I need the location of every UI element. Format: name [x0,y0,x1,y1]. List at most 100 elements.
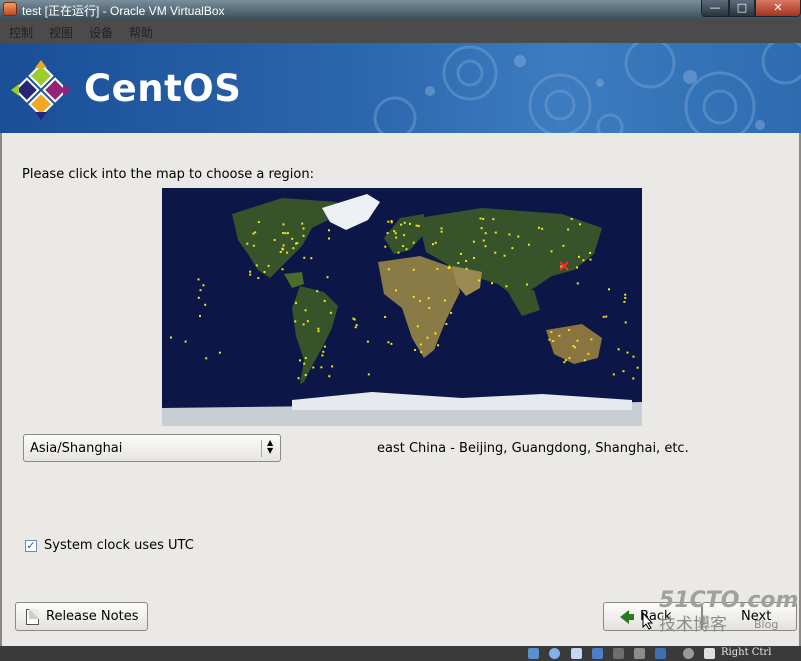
city-dot[interactable] [317,330,320,333]
city-dot[interactable] [323,345,326,348]
city-dot[interactable] [608,288,610,291]
city-dot[interactable] [576,266,578,269]
city-dot[interactable] [437,344,440,347]
city-dot[interactable] [426,336,429,339]
city-dot[interactable] [482,217,485,220]
city-dot[interactable] [448,265,451,268]
city-dot[interactable] [465,260,468,262]
city-dot[interactable] [403,221,406,224]
city-dot[interactable] [517,235,520,238]
city-dot[interactable] [306,320,309,323]
city-dot[interactable] [294,320,297,323]
city-dot[interactable] [579,223,581,226]
city-dot[interactable] [326,276,329,279]
city-dot[interactable] [568,329,571,332]
city-dot[interactable] [589,252,592,254]
utc-checkbox[interactable]: ✓ [25,540,37,552]
city-dot[interactable] [397,251,400,254]
city-dot[interactable] [281,247,284,250]
city-dot[interactable] [302,227,305,230]
city-dot[interactable] [263,271,266,273]
city-dot[interactable] [252,232,255,235]
city-dot[interactable] [394,232,397,235]
city-dot[interactable] [484,232,487,235]
world-map[interactable] [162,188,642,426]
city-dot[interactable] [552,340,555,342]
city-dot[interactable] [301,222,304,225]
city-dot[interactable] [484,245,487,248]
city-dot[interactable] [538,226,540,229]
city-dot[interactable] [395,289,397,292]
release-notes-button[interactable]: Release Notes [15,602,148,631]
city-dot[interactable] [395,236,398,239]
city-dot[interactable] [254,231,257,234]
city-dot[interactable] [292,247,295,250]
city-dot[interactable] [428,306,431,309]
city-dot[interactable] [457,262,460,264]
mouse-integration-icon[interactable] [683,648,694,659]
city-dot[interactable] [624,321,627,324]
city-dot[interactable] [281,268,284,271]
city-dot[interactable] [282,232,285,234]
city-dot[interactable] [249,273,252,276]
city-dot[interactable] [505,285,508,288]
city-dot[interactable] [282,244,285,247]
city-dot[interactable] [416,325,419,328]
city-dot[interactable] [202,284,205,287]
city-dot[interactable] [626,351,629,354]
city-dot[interactable] [218,351,221,354]
menu-help[interactable]: 帮助 [129,24,153,41]
city-dot[interactable] [548,338,551,341]
city-dot[interactable] [587,352,590,355]
city-dot[interactable] [184,340,187,343]
city-dot[interactable] [632,377,635,380]
city-dot[interactable] [297,377,300,380]
city-dot[interactable] [511,247,514,250]
city-dot[interactable] [197,296,200,299]
city-dot[interactable] [387,220,390,223]
city-dot[interactable] [302,323,305,326]
city-dot[interactable] [623,300,626,303]
city-dot[interactable] [331,365,334,368]
city-dot[interactable] [605,315,608,318]
city-dot[interactable] [494,231,497,234]
city-dot[interactable] [432,243,434,246]
virtualization-icon[interactable] [655,648,666,659]
shared-folders-icon[interactable] [613,648,624,659]
city-dot[interactable] [562,244,565,247]
city-dot[interactable] [304,357,307,359]
city-dot[interactable] [393,230,396,233]
city-dot[interactable] [400,223,403,226]
city-dot[interactable] [444,299,446,302]
maximize-button[interactable]: □ [729,0,755,17]
city-dot[interactable] [355,324,358,327]
city-dot[interactable] [403,234,406,237]
timezone-select[interactable]: Asia/Shanghai ▲ ▼ [23,434,281,462]
city-dot[interactable] [434,332,437,335]
city-dot[interactable] [624,293,627,296]
city-dot[interactable] [304,309,307,312]
city-dot[interactable] [479,217,482,220]
city-dot[interactable] [312,366,315,369]
menu-devices[interactable]: 设备 [89,24,113,41]
city-dot[interactable] [508,233,511,236]
city-dot[interactable] [589,258,592,261]
city-dot[interactable] [576,339,579,342]
city-dot[interactable] [482,239,485,242]
city-dot[interactable] [310,257,313,260]
city-dot[interactable] [576,282,579,285]
city-dot[interactable] [420,351,423,354]
city-dot[interactable] [419,343,422,346]
city-dot[interactable] [473,257,475,259]
city-dot[interactable] [436,267,439,270]
city-dot[interactable] [354,326,357,329]
city-dot[interactable] [526,283,528,286]
city-dot[interactable] [328,237,330,240]
city-dot[interactable] [303,256,306,259]
city-dot[interactable] [286,232,289,235]
city-dot[interactable] [414,349,417,351]
city-dot[interactable] [205,357,208,360]
city-dot[interactable] [419,299,421,302]
city-dot[interactable] [460,252,462,255]
city-dot[interactable] [434,241,437,244]
